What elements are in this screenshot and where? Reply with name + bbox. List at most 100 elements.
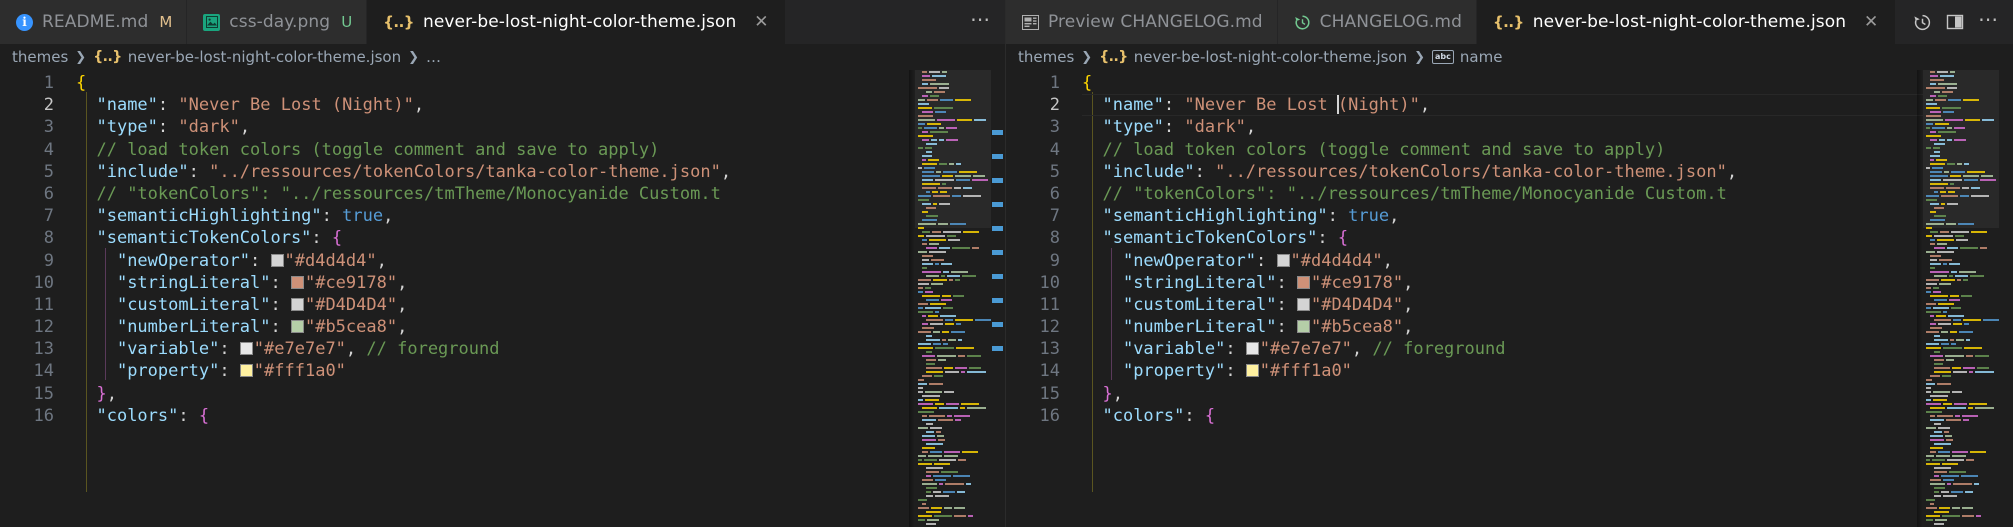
code-token: { [1337,228,1349,249]
timeline-icon[interactable] [1913,13,1932,32]
code-line[interactable]: }, [76,383,915,405]
minimap-block [955,318,973,322]
more-actions-icon[interactable]: ⋯ [1978,9,1999,31]
minimap-block [918,386,923,390]
overview-ruler-right[interactable] [1999,70,2013,527]
tab-never-be-lost-night-color-theme-json[interactable]: {..} never-be-lost-night-color-theme.jso… [1476,0,1897,44]
minimap-right[interactable] [1923,70,1999,527]
code-line[interactable]: "include": "../ressources/tokenColors/ta… [76,161,915,183]
minimap-block [918,498,927,502]
breadcrumb-item-file[interactable]: {..} never-be-lost-night-color-theme.jso… [93,48,401,66]
tab-css-day-png[interactable]: css-day.png U [187,0,368,44]
minimap-block [1926,126,1930,130]
minimap-block [1930,478,1941,482]
color-swatch[interactable] [1296,275,1310,289]
code-line[interactable]: "variable": "#e7e7e7", // foreground [76,338,915,360]
minimap-block [922,174,940,178]
minimap-block [963,230,979,234]
color-swatch[interactable] [290,297,304,311]
minimap-block [948,238,960,242]
tab-never-be-lost-night-color-theme-json[interactable]: {..} never-be-lost-night-color-theme.jso… [367,0,787,44]
color-swatch[interactable] [1245,342,1259,356]
code-line[interactable]: "colors": { [76,405,915,427]
code-line[interactable]: }, [1082,383,1923,405]
code-line[interactable]: "property": "#fff1a0" [1082,360,1923,382]
code-line[interactable]: "numberLiteral": "#b5cea8", [1082,316,1923,338]
code-line[interactable]: "semanticTokenColors": { [76,227,915,249]
minimap-block [1939,282,1951,286]
tab-readme-md[interactable]: i README.md M [0,0,188,44]
code-line[interactable]: "variable": "#e7e7e7", // foreground [1082,338,1923,360]
code-line[interactable]: "stringLiteral": "#ce9178", [76,272,915,294]
minimap-block [918,282,929,286]
code-line[interactable]: "name": "Never Be Lost (Night)", [76,94,915,116]
color-swatch[interactable] [290,320,304,334]
breadcrumb-item-themes[interactable]: themes [12,48,68,66]
code-token: "newOperator" [116,250,251,271]
code-line[interactable]: "newOperator": "#d4d4d4", [1082,250,1923,272]
breadcrumb-item-symbol[interactable]: abc name [1432,48,1502,66]
color-swatch[interactable] [290,275,304,289]
breadcrumb-item-file[interactable]: {..} never-be-lost-night-color-theme.jso… [1099,48,1407,66]
tab-preview-changelog-md[interactable]: Preview CHANGELOG.md [1006,0,1278,44]
minimap-block [944,366,953,370]
code-content-right[interactable]: { "name": "Never Be Lost (Night)", "type… [1082,70,1923,527]
color-swatch[interactable] [1245,364,1259,378]
editor-left[interactable]: 1 2 3 4 5 6 7 8 9 10 11 12 13 14 15 16 { "name": "Never… [0,70,1005,527]
more-actions-icon[interactable]: ⋯ [970,9,991,31]
code-line[interactable]: "colors": { [1082,405,1923,427]
overview-ruler-left[interactable] [991,70,1005,527]
minimap-block [918,506,929,510]
minimap-block [943,306,953,310]
minimap-block [928,158,939,162]
color-swatch[interactable] [1296,297,1310,311]
code-line[interactable]: "customLiteral": "#D4D4D4", [1082,294,1923,316]
breadcrumb-item-themes[interactable]: themes [1018,48,1074,66]
minimap-block [1951,490,1963,494]
close-icon[interactable]: ✕ [751,13,771,31]
minimap-block [1934,522,1944,526]
breadcrumb-item-overflow[interactable]: … [426,48,441,66]
split-editor-icon[interactable] [1946,13,1964,31]
minimap-block [943,230,961,234]
code-token: "#fff1a0" [1259,361,1352,382]
code-line[interactable]: // load token colors (toggle comment and… [1082,139,1923,161]
color-swatch[interactable] [270,253,284,267]
minimap-block [925,390,942,394]
tab-changelog-md[interactable]: CHANGELOG.md [1277,0,1477,44]
code-line[interactable]: // load token colors (toggle comment and… [76,139,915,161]
minimap-block [1969,402,1987,406]
code-line[interactable]: "property": "#fff1a0" [76,360,915,382]
minimap-left[interactable] [915,70,991,527]
code-line[interactable]: { [1082,72,1923,94]
code-content-left[interactable]: { "name": "Never Be Lost (Night)", "type… [76,70,915,527]
code-line[interactable]: "stringLiteral": "#ce9178", [1082,272,1923,294]
minimap-block [918,290,923,294]
close-icon[interactable]: ✕ [1861,13,1881,31]
code-line[interactable]: "semanticHighlighting": true, [76,205,915,227]
code-line[interactable]: { [76,72,915,94]
code-line[interactable]: // "tokenColors": "../ressources/tmTheme… [76,183,915,205]
code-token: , [376,250,387,271]
code-line[interactable]: "semanticHighlighting": true, [1082,205,1923,227]
code-line[interactable]: "customLiteral": "#D4D4D4", [76,294,915,316]
minimap-block [967,354,981,358]
code-line[interactable]: "type": "dark", [76,116,915,138]
code-token: "Never Be Lost [1184,95,1338,116]
code-line[interactable]: "name": "Never Be Lost (Night)", [1082,94,1923,117]
color-swatch[interactable] [1296,320,1310,334]
color-swatch[interactable] [239,364,253,378]
editor-right[interactable]: 1 2 3 4 5 6 7 8 9 10 11 12 13 14 15 16 { "name": "Never… [1006,70,2013,527]
code-line[interactable]: "newOperator": "#d4d4d4", [76,250,915,272]
code-line[interactable]: // "tokenColors": "../ressources/tmTheme… [1082,183,1923,205]
color-swatch[interactable] [239,342,253,356]
code-line[interactable]: "numberLiteral": "#b5cea8", [76,316,915,338]
code-line[interactable]: "include": "../ressources/tokenColors/ta… [1082,161,1923,183]
code-line[interactable]: "semanticTokenColors": { [1082,227,1923,249]
code-token: : [270,272,291,293]
color-swatch[interactable] [1276,253,1290,267]
code-line[interactable]: "type": "dark", [1082,116,1923,138]
minimap-block [954,506,965,510]
